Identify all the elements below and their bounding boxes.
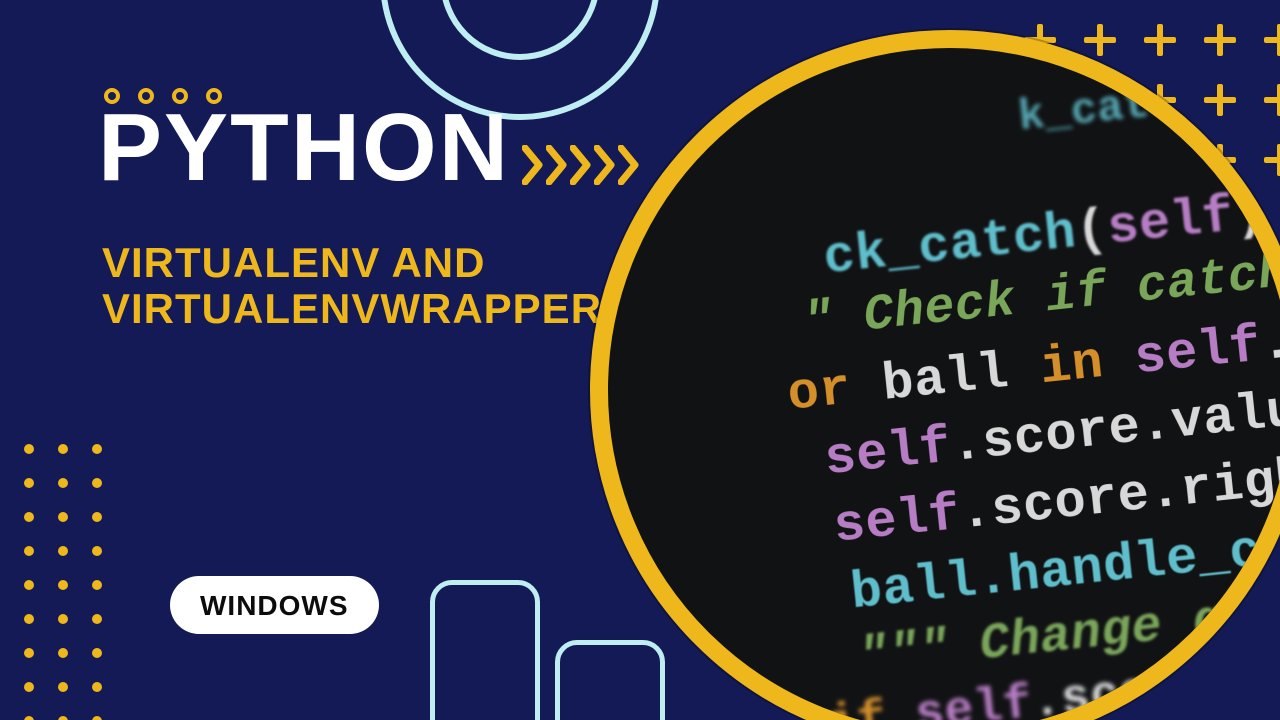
subtitle-line-1: VIRTUALENV AND: [102, 240, 602, 286]
code-inner: k_catch() ck_catch(self): " Check if cat…: [590, 30, 1280, 720]
dot-icon: [92, 648, 102, 658]
dot-icon: [92, 512, 102, 522]
dot-icon: [58, 512, 68, 522]
dot-icon: [24, 614, 34, 624]
rounded-square-a: [430, 580, 540, 720]
headline-row: PYTHON: [98, 100, 642, 196]
dot-icon: [58, 546, 68, 556]
dot-icon: [24, 682, 34, 692]
dot-icon: [58, 580, 68, 590]
dot-icon: [92, 614, 102, 624]
code-circle: k_catch() ck_catch(self): " Check if cat…: [590, 30, 1280, 720]
dot-icon: [92, 444, 102, 454]
dot-icon: [92, 580, 102, 590]
dot-icon: [92, 478, 102, 488]
dot-icon: [24, 546, 34, 556]
chevron-right-icon: [522, 145, 546, 190]
dot-icon: [58, 614, 68, 624]
subtitle: VIRTUALENV AND VIRTUALENVWRAPPER: [102, 240, 602, 332]
dot-icon: [92, 546, 102, 556]
dot-icon: [24, 478, 34, 488]
dot-icon: [58, 478, 68, 488]
dot-icon: [24, 444, 34, 454]
dot-icon: [24, 716, 34, 720]
chevron-right-icon: [570, 145, 594, 190]
chevron-right-icon: [546, 145, 570, 190]
dot-icon: [58, 648, 68, 658]
dot-icon: [92, 716, 102, 720]
dot-icon: [58, 682, 68, 692]
plus-icon: [1250, 10, 1280, 70]
dot-icon: [24, 580, 34, 590]
dot-grid: [0, 432, 114, 720]
subtitle-line-2: VIRTUALENVWRAPPER: [102, 286, 602, 332]
headline-text: PYTHON: [98, 100, 510, 196]
dot-icon: [92, 682, 102, 692]
dot-icon: [24, 512, 34, 522]
dot-icon: [24, 648, 34, 658]
dot-icon: [58, 444, 68, 454]
platform-tag: WINDOWS: [170, 576, 379, 634]
dot-icon: [58, 716, 68, 720]
